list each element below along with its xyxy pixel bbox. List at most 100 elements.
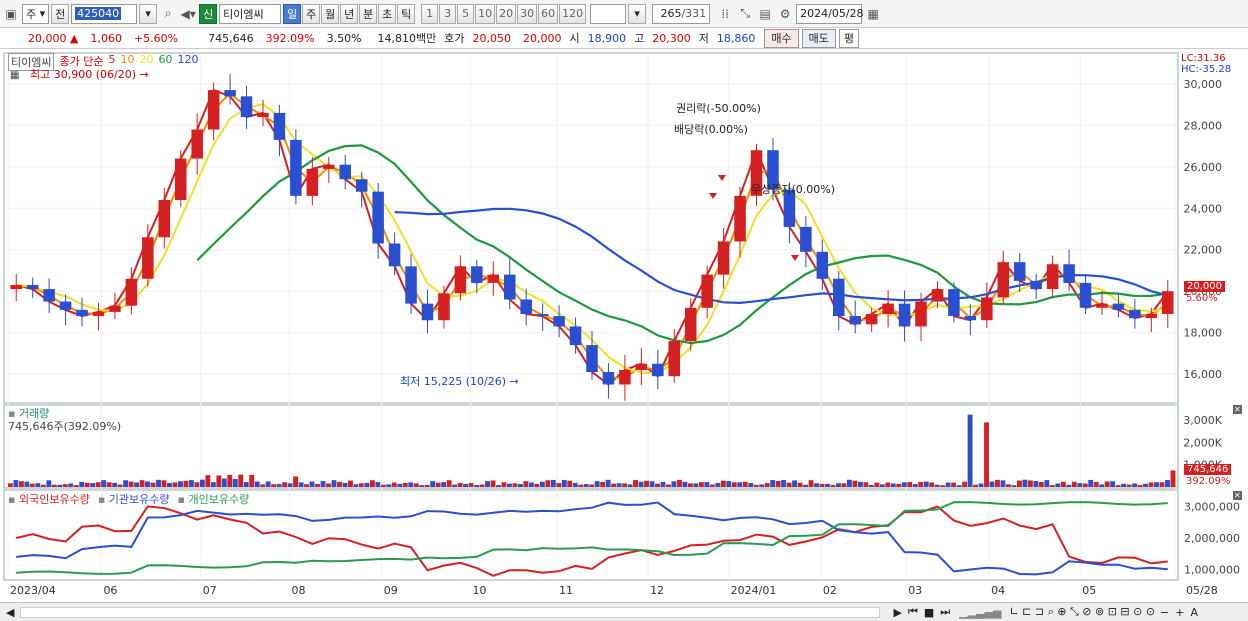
count-field[interactable]: 265/331 <box>652 3 711 24</box>
speaker-icon[interactable]: ◀▾ <box>179 4 197 24</box>
zoom-out-icon[interactable]: − <box>1157 606 1172 619</box>
volume-bar <box>1148 482 1154 487</box>
buy-button[interactable]: 매수 <box>764 28 799 48</box>
font-icon[interactable]: A <box>1188 606 1202 619</box>
stop-icon[interactable]: ■ <box>921 606 937 619</box>
ma-period-60: 60 <box>158 53 173 66</box>
volume-bar <box>342 483 348 487</box>
xaxis-label: 09 <box>384 584 398 597</box>
period-tab-0[interactable]: 일 <box>283 3 302 24</box>
stock-name-field[interactable]: 티이엠씨 <box>219 3 282 24</box>
candle-body <box>372 191 384 244</box>
new-badge: 신 <box>199 3 218 24</box>
candle-body <box>602 372 615 385</box>
candle-body <box>569 326 582 346</box>
interval-button-10[interactable]: 10 <box>475 3 496 24</box>
period-tab-5[interactable]: 초 <box>378 3 397 24</box>
search-icon[interactable]: ⌕ <box>159 4 177 24</box>
volume-bar <box>836 483 841 487</box>
candle-body <box>355 179 368 192</box>
volume-bar <box>1038 482 1044 487</box>
turnover-pct: 3.50% <box>326 31 362 45</box>
candle-body <box>438 293 450 321</box>
save-icon[interactable]: ▤ <box>756 4 774 24</box>
candle-body <box>800 226 812 252</box>
scroll-bar[interactable]: ◀ ▶ ⏮ ■ ⏭ ▁▂▃▄▅ ∟ ⊏ ⊐ ⌕ ⊕ ⤡ ⊘ ⊚ ⊡ ⊟ ⊙ ⊙ … <box>0 602 1248 621</box>
period-tab-3[interactable]: 년 <box>340 3 359 24</box>
volume-bar <box>134 482 140 487</box>
period-tab-4[interactable]: 분 <box>359 3 378 24</box>
volume-bar <box>748 483 754 487</box>
volume-bar <box>792 480 798 487</box>
volume-bar <box>1066 484 1072 487</box>
scroll-left-icon[interactable]: ◀ <box>0 606 20 619</box>
volume-bar <box>1110 481 1116 487</box>
volume-bar <box>770 480 776 487</box>
stock-code-value: 425040 <box>75 7 122 20</box>
interval-button-120[interactable]: 120 <box>559 3 587 24</box>
candle-body <box>125 278 138 306</box>
interval-button-1[interactable]: 1 <box>421 3 439 24</box>
period-tab-1[interactable]: 주 <box>302 3 321 24</box>
tools-icon[interactable]: ∟ ⊏ ⊐ ⌕ ⊕ ⤡ ⊘ ⊚ ⊡ ⊟ ⊙ ⊙ <box>1007 605 1157 619</box>
interval-button-3[interactable]: 3 <box>439 3 457 24</box>
candle-body <box>898 303 911 327</box>
code-dropdown-button[interactable]: ▾ <box>139 3 158 24</box>
interval-button-20[interactable]: 20 <box>496 3 517 24</box>
candle-body <box>191 129 203 159</box>
calendar-icon[interactable]: ▦ <box>864 4 882 24</box>
interval-dropdown-button[interactable]: ▾ <box>628 3 647 24</box>
stock-chart[interactable]: 30,000 28,000 26,000 24,000 22,000 20,000 18,0… <box>0 49 1248 602</box>
crosshair-icon[interactable]: ⤡ <box>736 4 754 24</box>
period-tab-2[interactable]: 월 <box>321 3 340 24</box>
interval-input[interactable] <box>590 3 627 24</box>
candle-body <box>701 274 713 308</box>
interval-button-5[interactable]: 5 <box>457 3 475 24</box>
holdings-close-icon[interactable]: ✕ <box>1233 491 1242 500</box>
volume-bar <box>353 484 359 487</box>
gear-icon[interactable]: ⚙ <box>776 4 794 24</box>
volume-bar <box>704 482 710 487</box>
period-select[interactable]: 주 ▾ <box>22 3 50 24</box>
volume-bar <box>479 484 485 487</box>
grid-icon[interactable]: ⁞⁞ <box>716 4 734 24</box>
zoom-in-icon[interactable]: + <box>1172 606 1187 619</box>
xaxis-label: 2023/04 <box>10 584 56 597</box>
interval-buttons: 1 3 5 10 20 30 60 120 <box>421 3 587 24</box>
volume-bar <box>128 481 134 487</box>
volume-bar <box>1143 483 1148 487</box>
scroll-track[interactable] <box>20 606 881 618</box>
date-value: 2024/05/28 <box>800 7 864 20</box>
period-tab-6[interactable]: 틱 <box>397 3 416 24</box>
volume-bar <box>496 485 501 487</box>
volume-bar <box>309 481 315 487</box>
volume-bar <box>265 481 271 487</box>
volume-panel-frame <box>3 404 1179 489</box>
volume-bar <box>830 484 836 487</box>
candle-body <box>635 363 648 370</box>
zoom-slider[interactable]: ▁▂▃▄▅ <box>953 606 1007 619</box>
prev-button[interactable]: 전 <box>51 3 70 24</box>
volume-bar <box>1071 481 1077 487</box>
date-field[interactable]: 2024/05/28 <box>796 3 864 24</box>
sell-button[interactable]: 매도 <box>801 28 836 48</box>
stock-code-input[interactable]: 425040 <box>71 3 138 24</box>
volume-bar <box>95 482 101 487</box>
scroll-right-icon[interactable]: ▶ <box>890 606 904 619</box>
xaxis-label: 10 <box>473 584 487 597</box>
holdings-ytick: 2,000,000 <box>1184 532 1240 545</box>
candle-body <box>43 289 55 302</box>
interval-button-60[interactable]: 60 <box>538 3 559 24</box>
panel-menu-icon[interactable]: ▦ <box>10 70 19 81</box>
volume-bar <box>1170 470 1176 487</box>
interval-button-30[interactable]: 30 <box>517 3 538 24</box>
avg-button[interactable]: 평 <box>838 28 860 48</box>
volume-close-icon[interactable]: ✕ <box>1233 405 1242 414</box>
last-icon[interactable]: ⏭ <box>937 605 953 619</box>
volume-bar <box>282 482 288 487</box>
volume-bar <box>874 482 880 487</box>
layout-icon[interactable]: ▣ <box>2 4 20 24</box>
volume-bar <box>594 481 600 487</box>
first-icon[interactable]: ⏮ <box>905 605 921 619</box>
trade-amount: 14,810백만 <box>377 32 437 45</box>
